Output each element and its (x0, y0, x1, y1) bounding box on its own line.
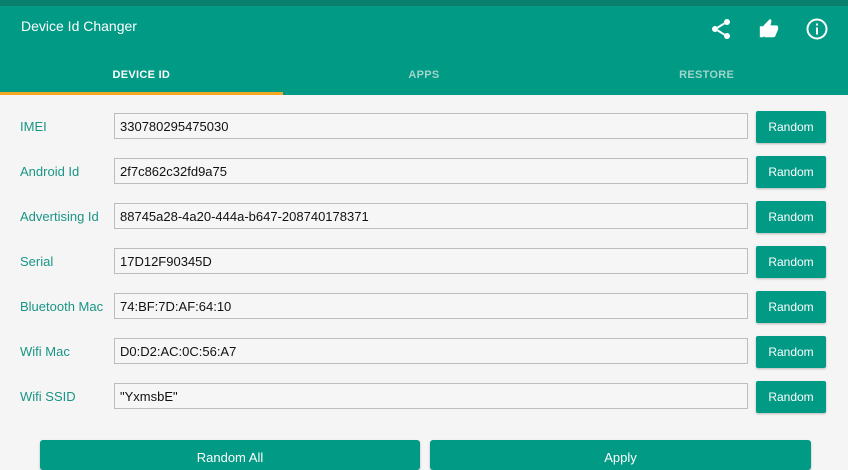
bluetooth-mac-input[interactable] (114, 293, 748, 319)
android-id-label: Android Id (20, 164, 80, 179)
status-strip (0, 0, 848, 6)
info-icon (806, 18, 828, 40)
advertising-id-input[interactable] (114, 203, 748, 229)
tab-restore[interactable]: RESTORE (565, 54, 848, 95)
app-title: Device Id Changer (21, 18, 137, 34)
wifi-ssid-random-button[interactable]: Random (756, 381, 826, 413)
tab-device-id[interactable]: DEVICE ID (0, 54, 283, 95)
wifi-mac-input[interactable] (114, 338, 748, 364)
serial-random-button[interactable]: Random (756, 246, 826, 278)
info-button[interactable] (804, 16, 830, 42)
android-id-input[interactable] (114, 158, 748, 184)
imei-label: IMEI (20, 119, 47, 134)
advertising-id-label: Advertising Id (20, 209, 99, 224)
wifi-ssid-label: Wifi SSID (20, 389, 76, 404)
wifi-mac-row: Wifi Mac Random (0, 336, 848, 368)
android-id-row: Android Id Random (0, 156, 848, 188)
bluetooth-mac-row: Bluetooth Mac Random (0, 291, 848, 323)
serial-label: Serial (20, 254, 54, 269)
app-bar: Device Id Changer DEVICE ID APPS RESTORE (0, 0, 848, 95)
wifi-mac-label: Wifi Mac (20, 344, 70, 359)
imei-input[interactable] (114, 113, 748, 139)
share-icon (712, 19, 730, 39)
wifi-ssid-row: Wifi SSID Random (0, 381, 848, 413)
tab-label: APPS (408, 68, 440, 81)
serial-input[interactable] (114, 248, 748, 274)
bluetooth-mac-random-button[interactable]: Random (756, 291, 826, 323)
tab-label: DEVICE ID (112, 68, 171, 81)
advertising-id-row: Advertising Id Random (0, 201, 848, 233)
random-all-button[interactable]: Random All (40, 440, 420, 470)
wifi-ssid-input[interactable] (114, 383, 748, 409)
rate-button[interactable] (756, 16, 782, 42)
apply-button[interactable]: Apply (430, 440, 811, 470)
tab-apps[interactable]: APPS (283, 54, 566, 95)
advertising-id-random-button[interactable]: Random (756, 201, 826, 233)
android-id-random-button[interactable]: Random (756, 156, 826, 188)
tab-indicator (0, 92, 283, 95)
wifi-mac-random-button[interactable]: Random (756, 336, 826, 368)
bluetooth-mac-label: Bluetooth Mac (20, 299, 104, 314)
thumbs-up-icon (759, 18, 779, 38)
tab-label: RESTORE (679, 68, 735, 81)
imei-random-button[interactable]: Random (756, 111, 826, 143)
imei-row: IMEI Random (0, 111, 848, 143)
serial-row: Serial Random (0, 246, 848, 278)
tab-bar: DEVICE ID APPS RESTORE (0, 54, 848, 95)
share-button[interactable] (708, 16, 734, 42)
